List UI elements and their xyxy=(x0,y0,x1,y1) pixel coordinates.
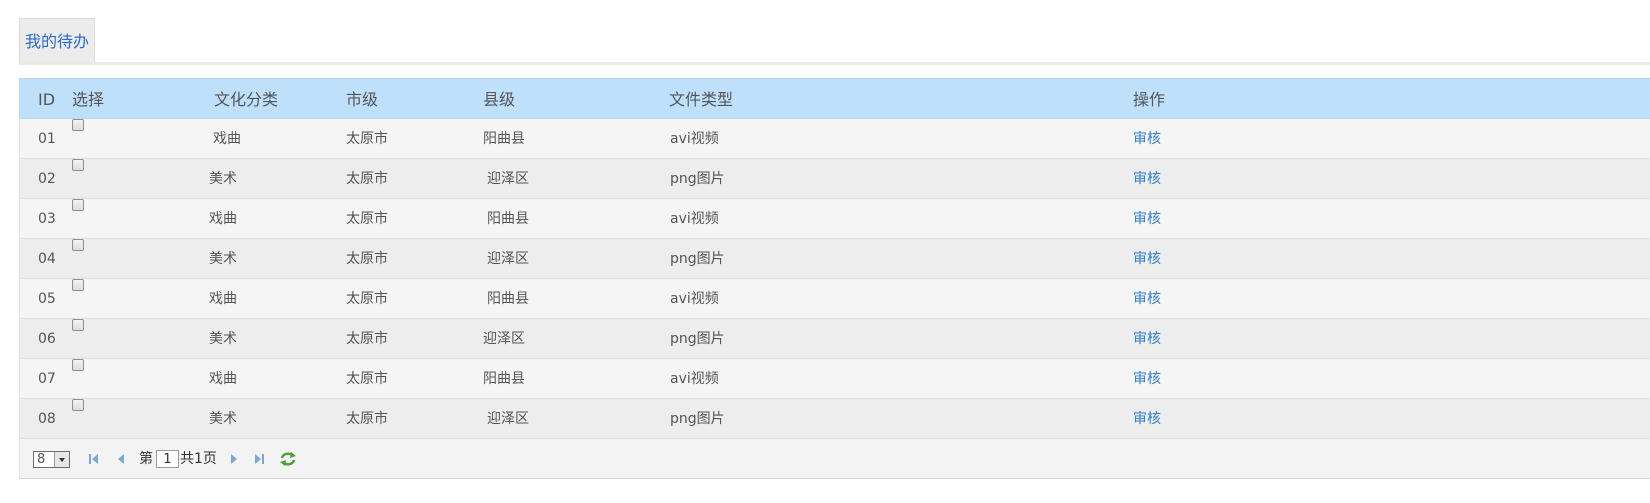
tab-my-todo[interactable]: 我的待办 xyxy=(19,18,95,64)
todo-grid: ID 选择 文化分类 市级 县级 文件类型 操作 01 戏曲 太原市 阳曲县 avi视频… xyxy=(19,78,1650,479)
row-id: 02 xyxy=(38,171,56,187)
row-category: 美术 xyxy=(209,331,237,347)
review-link[interactable]: 审核 xyxy=(1133,159,1161,199)
header-action: 操作 xyxy=(1133,90,1166,109)
header-select: 选择 xyxy=(72,90,105,109)
row-checkbox[interactable] xyxy=(72,159,84,171)
total-pages-text: 共1页 xyxy=(180,451,217,467)
row-id: 01 xyxy=(38,131,56,147)
row-city: 太原市 xyxy=(346,331,388,347)
table-body: 01 戏曲 太原市 阳曲县 avi视频 审核 02 美术 太原市 迎泽区 png图片 审核 03 戏曲 太原… xyxy=(19,119,1650,439)
row-filetype: png图片 xyxy=(670,171,725,187)
row-filetype: avi视频 xyxy=(670,211,719,227)
row-checkbox[interactable] xyxy=(72,359,84,371)
row-city: 太原市 xyxy=(346,291,388,307)
page-prefix: 第 xyxy=(139,451,153,467)
row-county: 迎泽区 xyxy=(487,251,529,267)
row-county: 阳曲县 xyxy=(483,371,525,387)
page-size-select[interactable]: 8 xyxy=(33,451,70,468)
review-link[interactable]: 审核 xyxy=(1133,399,1161,439)
row-checkbox[interactable] xyxy=(72,199,84,211)
row-category: 戏曲 xyxy=(209,291,237,307)
table-row: 05 戏曲 太原市 阳曲县 avi视频 审核 xyxy=(19,279,1650,319)
row-filetype: png图片 xyxy=(670,411,725,427)
row-filetype: png图片 xyxy=(670,251,725,267)
header-filetype: 文件类型 xyxy=(669,90,734,109)
row-filetype: avi视频 xyxy=(670,131,719,147)
row-id: 07 xyxy=(38,371,56,387)
row-id: 06 xyxy=(38,331,56,347)
review-link[interactable]: 审核 xyxy=(1133,359,1161,399)
row-checkbox[interactable] xyxy=(72,239,84,251)
first-page-icon[interactable] xyxy=(86,451,102,467)
table-row: 07 戏曲 太原市 阳曲县 avi视频 审核 xyxy=(19,359,1650,399)
row-category: 戏曲 xyxy=(209,211,237,227)
review-link[interactable]: 审核 xyxy=(1133,119,1161,159)
row-category: 戏曲 xyxy=(213,131,241,147)
row-county: 阳曲县 xyxy=(487,291,529,307)
last-page-icon[interactable] xyxy=(251,451,267,467)
review-link[interactable]: 审核 xyxy=(1133,239,1161,279)
row-county: 阳曲县 xyxy=(487,211,529,227)
header-id: ID xyxy=(38,90,56,109)
row-id: 04 xyxy=(38,251,56,267)
row-checkbox[interactable] xyxy=(72,279,84,291)
row-county: 迎泽区 xyxy=(483,331,525,347)
page-size-value: 8 xyxy=(37,452,46,467)
header-county: 县级 xyxy=(483,90,516,109)
row-filetype: avi视频 xyxy=(670,371,719,387)
row-id: 03 xyxy=(38,211,56,227)
row-checkbox[interactable] xyxy=(72,399,84,411)
row-category: 美术 xyxy=(209,171,237,187)
table-row: 06 美术 太原市 迎泽区 png图片 审核 xyxy=(19,319,1650,359)
next-page-icon[interactable] xyxy=(226,451,242,467)
row-filetype: png图片 xyxy=(670,331,725,347)
table-row: 08 美术 太原市 迎泽区 png图片 审核 xyxy=(19,399,1650,439)
table-row: 03 戏曲 太原市 阳曲县 avi视频 审核 xyxy=(19,199,1650,239)
header-category: 文化分类 xyxy=(214,90,279,109)
row-checkbox[interactable] xyxy=(72,119,84,131)
row-county: 迎泽区 xyxy=(487,171,529,187)
tab-bar: 我的待办 xyxy=(19,18,1650,65)
row-county: 迎泽区 xyxy=(487,411,529,427)
row-filetype: avi视频 xyxy=(670,291,719,307)
row-city: 太原市 xyxy=(346,251,388,267)
tab-bar-divider xyxy=(19,62,1650,65)
chevron-down-icon xyxy=(54,452,69,467)
review-link[interactable]: 审核 xyxy=(1133,319,1161,359)
row-city: 太原市 xyxy=(346,371,388,387)
row-category: 美术 xyxy=(209,411,237,427)
review-link[interactable]: 审核 xyxy=(1133,199,1161,239)
row-category: 美术 xyxy=(209,251,237,267)
table-row: 01 戏曲 太原市 阳曲县 avi视频 审核 xyxy=(19,119,1650,159)
row-category: 戏曲 xyxy=(209,371,237,387)
review-link[interactable]: 审核 xyxy=(1133,279,1161,319)
row-city: 太原市 xyxy=(346,171,388,187)
row-city: 太原市 xyxy=(346,211,388,227)
table-header: ID 选择 文化分类 市级 县级 文件类型 操作 xyxy=(19,78,1650,119)
table-row: 02 美术 太原市 迎泽区 png图片 审核 xyxy=(19,159,1650,199)
row-county: 阳曲县 xyxy=(483,131,525,147)
row-city: 太原市 xyxy=(346,411,388,427)
table-row: 04 美术 太原市 迎泽区 png图片 审核 xyxy=(19,239,1650,279)
current-page-input[interactable] xyxy=(156,450,179,468)
prev-page-icon[interactable] xyxy=(113,451,129,467)
header-city: 市级 xyxy=(346,90,379,109)
row-id: 05 xyxy=(38,291,56,307)
row-checkbox[interactable] xyxy=(72,319,84,331)
pagination-bar: 8 第 共1页 xyxy=(19,439,1650,479)
refresh-icon[interactable] xyxy=(279,451,296,467)
row-id: 08 xyxy=(38,411,56,427)
row-city: 太原市 xyxy=(346,131,388,147)
